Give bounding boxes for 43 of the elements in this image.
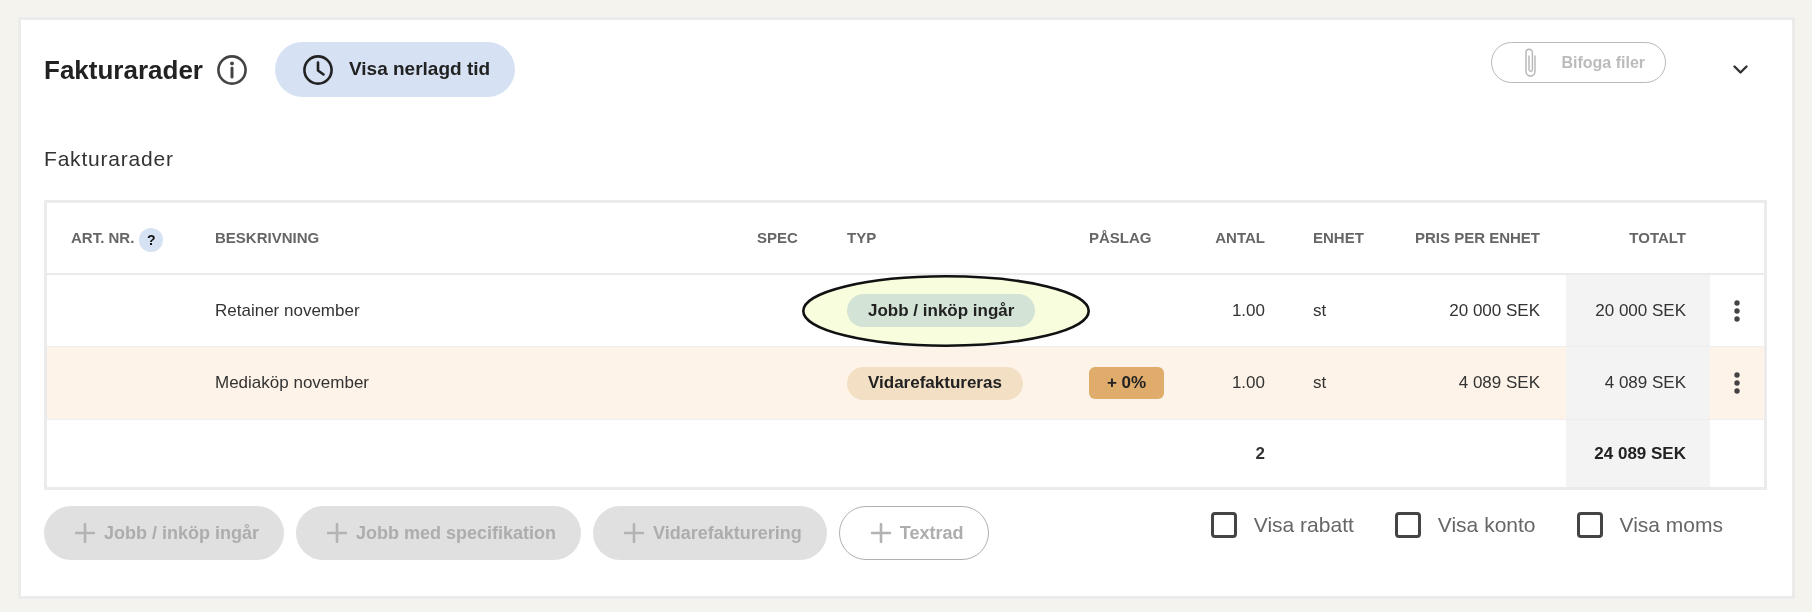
help-badge[interactable]: ? [139,228,164,252]
table-cell-text: 2 [1255,442,1265,465]
clock-icon [302,54,333,85]
column-header: ART. NR. [71,227,135,248]
checkbox[interactable] [1210,511,1237,538]
column-header: ANTAL [1215,227,1265,248]
column-header: SPEC [757,227,798,248]
total-cell: 4 089 SEK [1566,347,1710,419]
column-header: TYP [847,227,877,248]
plus-icon [75,523,95,543]
plus-icon [870,523,891,543]
more-menu-icon[interactable] [1734,372,1740,394]
total-cell: 24 089 SEK [1566,420,1710,487]
section-label: Fakturarader [44,146,174,172]
markup-badge[interactable]: + 0% [1089,367,1164,399]
info-icon[interactable] [216,54,247,85]
table-cell-text: st [1313,299,1327,322]
checkbox-label[interactable]: Visa konto [1437,509,1536,541]
type-tag: Jobb / inköp ingår [847,294,1036,327]
table-cell-text: 1.00 [1231,299,1265,322]
type-tag: Vidarefaktureras [847,366,1023,400]
column-header: PRIS PER ENHET [1414,227,1540,248]
plus-icon [624,523,645,543]
checkbox-label[interactable]: Visa moms [1619,509,1723,541]
checkbox-label[interactable]: Visa rabatt [1253,509,1354,541]
section-title: Fakturarader [44,56,203,83]
column-header: ENHET [1313,227,1364,248]
table-cell-text: Retainer november [215,299,360,322]
show-time-button[interactable]: Visa nerlagd tid [274,42,516,97]
plus-icon [327,523,347,543]
column-header: BESKRIVNING [215,227,320,248]
table-cell-text: st [1313,372,1327,395]
total-cell: 20 000 SEK [1566,275,1710,346]
column-header: TOTALT [1629,227,1686,248]
table-cell-text: 4 089 SEK [1458,372,1540,395]
table-cell-text: Mediaköp november [215,372,370,395]
chevron-down-icon[interactable] [1733,65,1748,74]
table-cell-text: 20 000 SEK [1449,299,1540,322]
checkbox[interactable] [1394,511,1421,538]
more-menu-icon[interactable] [1734,299,1740,322]
table-cell-text: 1.00 [1231,372,1265,395]
column-header: PÅSLAG [1089,227,1152,248]
checkbox[interactable] [1576,511,1603,538]
